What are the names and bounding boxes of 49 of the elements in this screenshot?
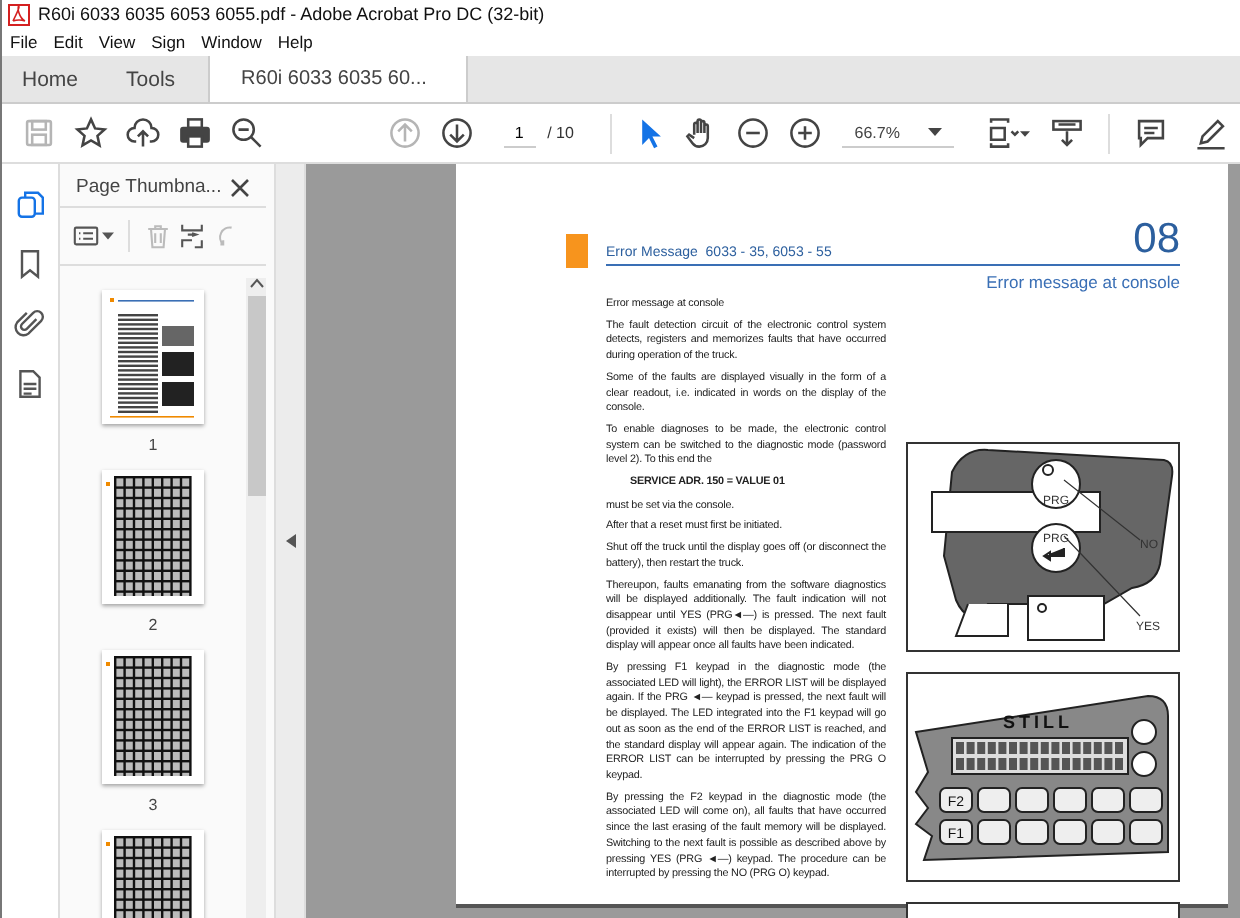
caret-icon <box>927 128 942 136</box>
star-icon <box>74 116 109 150</box>
collapse-arrow-icon[interactable] <box>285 534 295 548</box>
up-caret-icon[interactable] <box>249 278 263 288</box>
page-number-label: 3 <box>148 796 158 814</box>
caret-icon <box>1019 129 1030 137</box>
comment-icon <box>1134 116 1169 150</box>
document-tab[interactable]: R60i 6033 6035 60... <box>209 56 468 102</box>
trash-icon <box>144 222 172 250</box>
page-number-label: 2 <box>148 616 158 634</box>
printer-icon <box>178 116 212 150</box>
menu-item[interactable]: Sign <box>151 32 186 52</box>
scrollbar-thumb[interactable] <box>247 296 265 496</box>
page-number-label: 1 <box>148 436 158 454</box>
scrollbar[interactable] <box>246 278 266 918</box>
menu-item[interactable]: Edit <box>53 32 83 52</box>
zoom-out-icon <box>735 116 770 150</box>
page-thumbnail[interactable] <box>102 290 204 424</box>
save-icon <box>22 116 57 150</box>
menu-item[interactable]: View <box>98 32 136 52</box>
panel-title: Page Thumbna... <box>76 176 222 198</box>
page-thumbnail[interactable] <box>102 650 204 784</box>
nav-tab[interactable]: Home <box>2 56 107 102</box>
chapter-number: 08 <box>1133 218 1180 260</box>
paperclip-icon <box>14 308 46 340</box>
zoom-dropdown[interactable]: 66.7% <box>842 119 954 147</box>
down-arrow-circle-icon <box>440 116 475 150</box>
search-icon <box>229 116 264 150</box>
page-subtitle: Error message at console <box>984 272 1180 292</box>
pen-icon <box>1193 116 1228 150</box>
menu-item[interactable]: Help <box>277 32 313 52</box>
zoom-in-icon <box>787 116 822 150</box>
menu-item[interactable]: File <box>10 32 38 52</box>
close-icon[interactable] <box>230 177 250 197</box>
page-count: / 10 <box>547 124 574 142</box>
insert-page-icon <box>178 222 206 250</box>
caret-icon <box>102 232 114 240</box>
page-display-icon <box>985 116 1020 150</box>
list-options-icon <box>72 222 100 250</box>
scroll-icon <box>1049 116 1084 150</box>
tab-label[interactable]: R60i 6033 6035 60... <box>241 68 427 90</box>
up-arrow-circle-icon <box>388 116 423 150</box>
menu-item[interactable]: Window <box>201 32 262 52</box>
window-title: R60i 6033 6035 6053 6055.pdf - Adobe Acrobat Pro DC (32-bit) <box>38 4 545 24</box>
section-marker <box>566 234 588 268</box>
page-thumbnail[interactable] <box>102 470 204 604</box>
thumbnails-icon <box>14 188 46 220</box>
upload-cloud-icon <box>126 116 161 150</box>
document-icon <box>14 368 46 400</box>
